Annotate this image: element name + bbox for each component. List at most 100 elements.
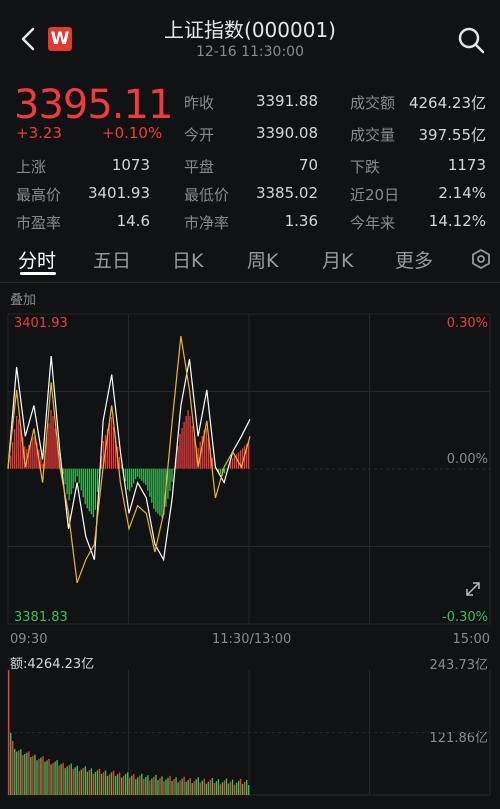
flow-bar — [153, 468, 155, 509]
stat-value: 14.6 — [116, 212, 150, 230]
volume-bar — [217, 779, 220, 795]
volume-bar — [175, 777, 177, 795]
stat-value: 3391.88 — [255, 92, 318, 110]
flow-bar — [147, 468, 149, 491]
flow-bar — [151, 468, 153, 503]
volume-bar — [106, 775, 109, 795]
flow-bar — [213, 467, 215, 469]
volume-bar — [30, 757, 32, 795]
expand-icon[interactable] — [464, 580, 482, 598]
volume-bar — [205, 783, 208, 795]
volume-bar — [239, 778, 242, 795]
volume-bar — [22, 755, 24, 795]
flow-bar — [14, 429, 16, 469]
flow-bar — [74, 468, 76, 483]
stat-label: 平盘 — [184, 158, 215, 176]
tab-intraday[interactable]: 分时 — [18, 246, 56, 273]
overlay-button[interactable]: 叠加 — [10, 289, 36, 308]
volume-bar — [219, 784, 222, 795]
flow-bar — [225, 468, 228, 470]
volume-bar — [96, 770, 99, 795]
volume-bar — [243, 781, 246, 795]
volume-bar — [42, 756, 44, 795]
volume-bar — [145, 777, 147, 795]
x-axis-end: 15:00 — [452, 632, 490, 647]
timestamp: 12-16 11:30:00 — [195, 44, 304, 60]
volume-bar — [155, 774, 157, 795]
y-axis-bottom-label: 3381.83 — [14, 610, 68, 625]
stat-label: 昨收 — [184, 94, 215, 112]
stat-label: 成交额 — [350, 94, 396, 112]
flow-bar — [131, 468, 133, 488]
search-icon[interactable] — [456, 25, 486, 55]
flow-bar — [110, 416, 113, 469]
volume-bar — [10, 733, 12, 795]
flow-bar — [52, 416, 54, 469]
volume-bar — [60, 764, 62, 795]
volume-bar — [151, 778, 153, 795]
volume-bar — [191, 783, 193, 795]
stat-label: 下跌 — [350, 158, 381, 176]
flow-bar — [177, 445, 179, 469]
volume-bar — [171, 780, 173, 795]
volume-bar — [201, 780, 203, 795]
volume-bar — [40, 757, 42, 795]
volume-bar — [245, 780, 248, 795]
tab-five-day[interactable]: 五日 — [93, 246, 131, 273]
volume-bar — [50, 764, 52, 795]
volume-bar — [199, 782, 201, 795]
volume-bar — [137, 777, 139, 795]
flow-bar — [231, 458, 234, 469]
flow-bar — [80, 468, 82, 491]
back-arrow-icon[interactable] — [14, 24, 44, 54]
volume-bar — [80, 769, 82, 795]
flow-bar — [181, 427, 183, 469]
volume-bar — [88, 770, 91, 795]
flow-bar — [219, 468, 222, 474]
intraday-chart[interactable] — [0, 308, 500, 630]
flow-bar — [76, 468, 78, 477]
volume-bar — [209, 779, 212, 795]
volume-bar — [235, 782, 238, 795]
volume-bar — [82, 767, 85, 795]
tab-more[interactable]: 更多 — [395, 246, 433, 273]
tab-daily-k[interactable]: 日K — [172, 246, 203, 273]
volume-bar — [28, 751, 30, 795]
flow-bar — [86, 468, 88, 509]
flow-bar — [10, 455, 12, 469]
x-axis-start: 09:30 — [10, 632, 48, 647]
app-logo[interactable]: W — [48, 27, 72, 51]
volume-bar — [86, 771, 89, 795]
stat-value: 14.12% — [428, 212, 486, 230]
flow-bar — [247, 441, 250, 469]
tab-monthly-k[interactable]: 月K — [322, 246, 353, 273]
volume-bar — [68, 765, 70, 795]
volume-bar — [233, 784, 236, 795]
flow-bar — [161, 468, 163, 518]
flow-bar — [54, 428, 56, 469]
volume-bar — [173, 779, 175, 795]
volume-bar — [179, 780, 181, 795]
volume-bar — [32, 755, 34, 795]
volume-bar — [94, 772, 97, 795]
flow-bar — [84, 468, 86, 505]
volume-bar — [215, 781, 218, 795]
volume-bar — [122, 775, 125, 795]
settings-gear-icon[interactable] — [470, 248, 492, 270]
price-change: +3.23 — [16, 124, 62, 142]
volume-bar — [72, 768, 74, 795]
volume-bar — [20, 749, 22, 795]
flow-bar — [233, 456, 236, 469]
flow-bar — [183, 421, 185, 469]
volume-bar — [227, 783, 230, 795]
volume-bar — [110, 772, 113, 795]
volume-bar — [112, 770, 115, 795]
volume-bar — [231, 779, 234, 795]
tab-weekly-k[interactable]: 周K — [247, 246, 278, 273]
volume-bar — [149, 780, 151, 795]
stat-value: 2.14% — [438, 184, 486, 202]
volume-bar — [56, 760, 58, 795]
stat-value: 1.36 — [284, 212, 318, 230]
stat-value: 1073 — [111, 156, 150, 174]
pct-axis-top-label: 0.30% — [446, 316, 488, 331]
